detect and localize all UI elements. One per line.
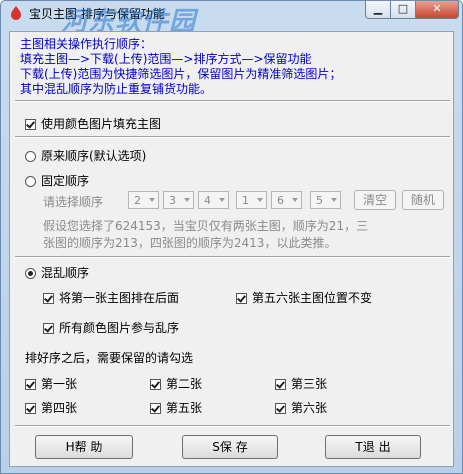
retain-label: 第二张 (166, 377, 203, 391)
retain-heading: 排好序之后，需要保留的请勾选 (25, 351, 194, 365)
app-icon (11, 6, 21, 20)
fifth-sixth-fixed-label: 第五六张主图位置不变 (252, 291, 373, 305)
choose-order-label: 请选择顺序 (43, 195, 104, 209)
dialog-window: 宝贝主图 排序与保留功能 河东软件园 ▁ □ ✕ 主图相关操作执行顺序： 填充主… (0, 0, 463, 474)
retain-label: 第六张 (291, 401, 328, 415)
first-last-checkbox[interactable]: 将第一张主图排在后面 (43, 289, 179, 306)
checkbox-icon (275, 403, 286, 414)
divider (15, 256, 450, 258)
order-select-value: 3 (169, 194, 176, 207)
retain-label: 第四张 (41, 401, 78, 415)
order-select-5[interactable]: 6 (271, 191, 302, 209)
fifth-sixth-fixed-checkbox[interactable]: 第五六张主图位置不变 (236, 289, 372, 306)
checkbox-icon (150, 379, 161, 390)
dropdown-arrow-icon (219, 198, 225, 202)
checkbox-icon (25, 403, 36, 414)
fill-main-checkbox[interactable]: 使用颜色图片填充主图 (25, 115, 161, 132)
help-button[interactable]: H帮 助 (35, 435, 133, 459)
example-line-1: 假设您选择了624153，当宝贝仅有两张主图，顺序为21，三 (43, 219, 369, 233)
order-select-4[interactable]: 1 (236, 191, 267, 209)
save-button[interactable]: S保 存 (182, 435, 278, 459)
info-text: 主图相关操作执行顺序： 填充主图—>下载(上传)范围—>排序方式—>保留功能 下… (20, 37, 450, 97)
retain-checkbox-4[interactable]: 第四张 (25, 399, 77, 416)
title-bar[interactable]: 宝贝主图 排序与保留功能 河东软件园 ▁ □ ✕ (1, 1, 462, 37)
dropdown-arrow-icon (184, 198, 190, 202)
minimize-button[interactable]: ▁ (365, 1, 391, 19)
maximize-button[interactable]: □ (390, 1, 416, 19)
retain-checkbox-6[interactable]: 第六张 (275, 399, 327, 416)
checkbox-icon (43, 293, 54, 304)
divider (15, 100, 450, 102)
all-color-shuffle-checkbox[interactable]: 所有颜色图片参与乱序 (43, 319, 179, 336)
checkbox-icon (25, 119, 36, 130)
close-button[interactable]: ✕ (415, 1, 459, 19)
order-select-value: 1 (242, 194, 249, 207)
radio-icon (25, 268, 36, 279)
order-select-2[interactable]: 3 (163, 191, 194, 209)
first-last-label: 将第一张主图排在后面 (59, 291, 180, 305)
fixed-order-label: 固定顺序 (41, 174, 90, 188)
order-select-value: 2 (134, 194, 141, 207)
retain-checkbox-2[interactable]: 第二张 (150, 375, 202, 392)
clear-button[interactable]: 清空 (354, 190, 396, 210)
retain-label: 第五张 (166, 401, 203, 415)
fill-main-label: 使用颜色图片填充主图 (41, 117, 162, 131)
retain-label: 第三张 (291, 377, 328, 391)
order-select-1[interactable]: 2 (128, 191, 159, 209)
retain-checkbox-1[interactable]: 第一张 (25, 375, 77, 392)
order-select-6[interactable]: 5 (310, 191, 341, 209)
shuffle-order-radio[interactable]: 混乱顺序 (25, 264, 89, 281)
dropdown-arrow-icon (292, 198, 298, 202)
order-select-value: 6 (277, 194, 284, 207)
dropdown-arrow-icon (257, 198, 263, 202)
radio-icon (25, 151, 36, 162)
info-line-2: 填充主图—>下载(上传)范围—>排序方式—>保留功能 (20, 52, 312, 66)
shuffle-order-label: 混乱顺序 (41, 266, 90, 280)
radio-icon (25, 176, 36, 187)
example-line-2: 张图的顺序为213，四张图的顺序为2413，以此类推。 (43, 236, 337, 250)
dropdown-arrow-icon (149, 198, 155, 202)
original-order-label: 原来顺序(默认选项) (41, 149, 147, 163)
order-select-value: 4 (204, 194, 211, 207)
info-line-3: 下载(上传)范围为快捷筛选图片，保留图片为精准筛选图片； (20, 67, 342, 81)
retain-checkbox-3[interactable]: 第三张 (275, 375, 327, 392)
retain-label: 第一张 (41, 377, 78, 391)
info-line-1: 主图相关操作执行顺序： (20, 37, 153, 51)
divider (15, 425, 450, 427)
divider (15, 136, 450, 138)
checkbox-icon (150, 403, 161, 414)
exit-button[interactable]: T退 出 (325, 435, 421, 459)
fixed-order-radio[interactable]: 固定顺序 (25, 172, 89, 189)
checkbox-icon (275, 379, 286, 390)
checkbox-icon (43, 323, 54, 334)
random-button[interactable]: 随机 (402, 190, 444, 210)
info-line-4: 其中混乱顺序为防止重复铺货功能。 (20, 82, 213, 96)
order-select-3[interactable]: 4 (198, 191, 229, 209)
dropdown-arrow-icon (331, 198, 337, 202)
all-color-shuffle-label: 所有颜色图片参与乱序 (59, 321, 180, 335)
order-select-value: 5 (316, 194, 323, 207)
checkbox-icon (236, 293, 247, 304)
original-order-radio[interactable]: 原来顺序(默认选项) (25, 147, 146, 164)
checkbox-icon (25, 379, 36, 390)
retain-checkbox-5[interactable]: 第五张 (150, 399, 202, 416)
